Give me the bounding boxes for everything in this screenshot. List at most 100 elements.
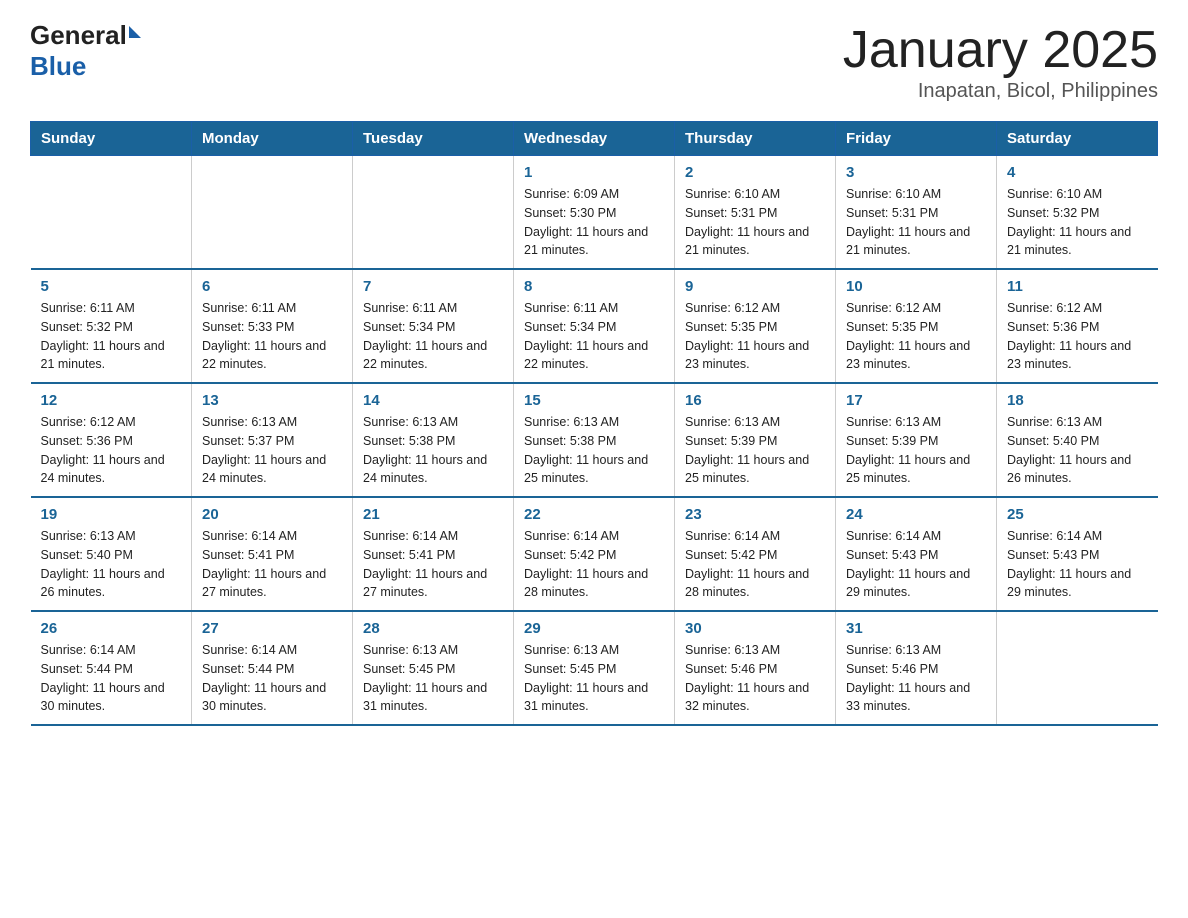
day-number: 16: [685, 392, 825, 409]
day-number: 24: [846, 506, 986, 523]
day-info: Sunrise: 6:14 AM Sunset: 5:42 PM Dayligh…: [685, 527, 825, 602]
calendar-cell: 28 Sunrise: 6:13 AM Sunset: 5:45 PM Dayli…: [353, 611, 514, 725]
day-number: 7: [363, 278, 503, 295]
day-number: 2: [685, 164, 825, 181]
day-info: Sunrise: 6:09 AM Sunset: 5:30 PM Dayligh…: [524, 185, 664, 260]
calendar-cell: 15Sunrise: 6:13 AM Sunset: 5:38 PM Dayli…: [514, 383, 675, 497]
day-info: Sunrise: 6:14 AM Sunset: 5:43 PM Dayligh…: [1007, 527, 1148, 602]
day-info: Sunrise: 6:13 AM Sunset: 5:45 PM Dayligh…: [363, 641, 503, 716]
calendar-cell: 3Sunrise: 6:10 AM Sunset: 5:31 PM Daylig…: [836, 156, 997, 270]
day-info: Sunrise: 6:13 AM Sunset: 5:46 PM Dayligh…: [685, 641, 825, 716]
calendar-cell: 31 Sunrise: 6:13 AM Sunset: 5:46 PM Dayli…: [836, 611, 997, 725]
calendar-cell: 7 Sunrise: 6:11 AM Sunset: 5:34 PM Daylig…: [353, 269, 514, 383]
day-info: Sunrise: 6:10 AM Sunset: 5:31 PM Dayligh…: [685, 185, 825, 260]
day-number: 27: [202, 620, 342, 637]
calendar-cell: 27 Sunrise: 6:14 AM Sunset: 5:44 PM Dayli…: [192, 611, 353, 725]
day-number: 17: [846, 392, 986, 409]
header-cell-wednesday: Wednesday: [514, 122, 675, 156]
calendar-cell: 11 Sunrise: 6:12 AM Sunset: 5:36 PM Dayli…: [997, 269, 1158, 383]
calendar-cell: 12Sunrise: 6:12 AM Sunset: 5:36 PM Dayli…: [31, 383, 192, 497]
calendar-title: January 2025: [843, 20, 1158, 80]
day-info: Sunrise: 6:10 AM Sunset: 5:32 PM Dayligh…: [1007, 185, 1148, 260]
calendar-cell: [353, 156, 514, 270]
calendar-cell: 10Sunrise: 6:12 AM Sunset: 5:35 PM Dayli…: [836, 269, 997, 383]
day-number: 19: [41, 506, 182, 523]
week-row-3: 12Sunrise: 6:12 AM Sunset: 5:36 PM Dayli…: [31, 383, 1158, 497]
day-number: 11: [1007, 278, 1148, 295]
day-info: Sunrise: 6:11 AM Sunset: 5:34 PM Dayligh…: [363, 299, 503, 374]
header-cell-friday: Friday: [836, 122, 997, 156]
header-row: SundayMondayTuesdayWednesdayThursdayFrid…: [31, 122, 1158, 156]
day-info: Sunrise: 6:13 AM Sunset: 5:39 PM Dayligh…: [846, 413, 986, 488]
day-info: Sunrise: 6:14 AM Sunset: 5:42 PM Dayligh…: [524, 527, 664, 602]
calendar-cell: 8 Sunrise: 6:11 AM Sunset: 5:34 PM Daylig…: [514, 269, 675, 383]
logo-general-text: General: [30, 20, 127, 51]
day-number: 28: [363, 620, 503, 637]
day-info: Sunrise: 6:14 AM Sunset: 5:41 PM Dayligh…: [202, 527, 342, 602]
calendar-cell: 23 Sunrise: 6:14 AM Sunset: 5:42 PM Dayli…: [675, 497, 836, 611]
day-number: 18: [1007, 392, 1148, 409]
calendar-cell: 2 Sunrise: 6:10 AM Sunset: 5:31 PM Daylig…: [675, 156, 836, 270]
calendar-cell: [192, 156, 353, 270]
logo-triangle-icon: [129, 26, 141, 38]
day-info: Sunrise: 6:14 AM Sunset: 5:43 PM Dayligh…: [846, 527, 986, 602]
calendar-cell: 25Sunrise: 6:14 AM Sunset: 5:43 PM Dayli…: [997, 497, 1158, 611]
day-number: 21: [363, 506, 503, 523]
logo: General Blue: [30, 20, 141, 82]
header-cell-tuesday: Tuesday: [353, 122, 514, 156]
calendar-cell: 24 Sunrise: 6:14 AM Sunset: 5:43 PM Dayli…: [836, 497, 997, 611]
day-number: 6: [202, 278, 342, 295]
day-info: Sunrise: 6:14 AM Sunset: 5:41 PM Dayligh…: [363, 527, 503, 602]
day-info: Sunrise: 6:11 AM Sunset: 5:34 PM Dayligh…: [524, 299, 664, 374]
day-number: 29: [524, 620, 664, 637]
calendar-cell: 5Sunrise: 6:11 AM Sunset: 5:32 PM Daylig…: [31, 269, 192, 383]
header-cell-sunday: Sunday: [31, 122, 192, 156]
page-header: General Blue January 2025 Inapatan, Bico…: [30, 20, 1158, 103]
week-row-5: 26 Sunrise: 6:14 AM Sunset: 5:44 PM Dayli…: [31, 611, 1158, 725]
day-number: 13: [202, 392, 342, 409]
day-info: Sunrise: 6:14 AM Sunset: 5:44 PM Dayligh…: [202, 641, 342, 716]
day-number: 12: [41, 392, 182, 409]
title-block: January 2025 Inapatan, Bicol, Philippine…: [843, 20, 1158, 103]
calendar-cell: 14Sunrise: 6:13 AM Sunset: 5:38 PM Dayli…: [353, 383, 514, 497]
calendar-cell: 4 Sunrise: 6:10 AM Sunset: 5:32 PM Daylig…: [997, 156, 1158, 270]
day-info: Sunrise: 6:11 AM Sunset: 5:33 PM Dayligh…: [202, 299, 342, 374]
day-number: 9: [685, 278, 825, 295]
week-row-1: 1Sunrise: 6:09 AM Sunset: 5:30 PM Daylig…: [31, 156, 1158, 270]
logo-blue-text: Blue: [30, 51, 86, 82]
day-info: Sunrise: 6:12 AM Sunset: 5:36 PM Dayligh…: [1007, 299, 1148, 374]
day-info: Sunrise: 6:12 AM Sunset: 5:35 PM Dayligh…: [685, 299, 825, 374]
calendar-cell: 19 Sunrise: 6:13 AM Sunset: 5:40 PM Dayli…: [31, 497, 192, 611]
day-info: Sunrise: 6:13 AM Sunset: 5:40 PM Dayligh…: [41, 527, 182, 602]
calendar-header: SundayMondayTuesdayWednesdayThursdayFrid…: [31, 122, 1158, 156]
calendar-cell: 21 Sunrise: 6:14 AM Sunset: 5:41 PM Dayli…: [353, 497, 514, 611]
day-number: 20: [202, 506, 342, 523]
week-row-2: 5Sunrise: 6:11 AM Sunset: 5:32 PM Daylig…: [31, 269, 1158, 383]
day-info: Sunrise: 6:13 AM Sunset: 5:38 PM Dayligh…: [363, 413, 503, 488]
calendar-subtitle: Inapatan, Bicol, Philippines: [843, 80, 1158, 103]
day-info: Sunrise: 6:12 AM Sunset: 5:35 PM Dayligh…: [846, 299, 986, 374]
week-row-4: 19 Sunrise: 6:13 AM Sunset: 5:40 PM Dayli…: [31, 497, 1158, 611]
day-number: 31: [846, 620, 986, 637]
day-number: 8: [524, 278, 664, 295]
day-info: Sunrise: 6:10 AM Sunset: 5:31 PM Dayligh…: [846, 185, 986, 260]
day-info: Sunrise: 6:14 AM Sunset: 5:44 PM Dayligh…: [41, 641, 182, 716]
day-info: Sunrise: 6:13 AM Sunset: 5:38 PM Dayligh…: [524, 413, 664, 488]
day-number: 23: [685, 506, 825, 523]
calendar-cell: [31, 156, 192, 270]
day-number: 26: [41, 620, 182, 637]
calendar-cell: 17 Sunrise: 6:13 AM Sunset: 5:39 PM Dayli…: [836, 383, 997, 497]
day-info: Sunrise: 6:13 AM Sunset: 5:46 PM Dayligh…: [846, 641, 986, 716]
day-info: Sunrise: 6:13 AM Sunset: 5:37 PM Dayligh…: [202, 413, 342, 488]
calendar-cell: 1Sunrise: 6:09 AM Sunset: 5:30 PM Daylig…: [514, 156, 675, 270]
calendar-cell: 30Sunrise: 6:13 AM Sunset: 5:46 PM Dayli…: [675, 611, 836, 725]
day-number: 4: [1007, 164, 1148, 181]
header-cell-monday: Monday: [192, 122, 353, 156]
calendar-cell: [997, 611, 1158, 725]
header-cell-saturday: Saturday: [997, 122, 1158, 156]
calendar-cell: 16Sunrise: 6:13 AM Sunset: 5:39 PM Dayli…: [675, 383, 836, 497]
calendar-cell: 26 Sunrise: 6:14 AM Sunset: 5:44 PM Dayli…: [31, 611, 192, 725]
calendar-cell: 9 Sunrise: 6:12 AM Sunset: 5:35 PM Daylig…: [675, 269, 836, 383]
calendar-cell: 13 Sunrise: 6:13 AM Sunset: 5:37 PM Dayli…: [192, 383, 353, 497]
day-info: Sunrise: 6:13 AM Sunset: 5:45 PM Dayligh…: [524, 641, 664, 716]
